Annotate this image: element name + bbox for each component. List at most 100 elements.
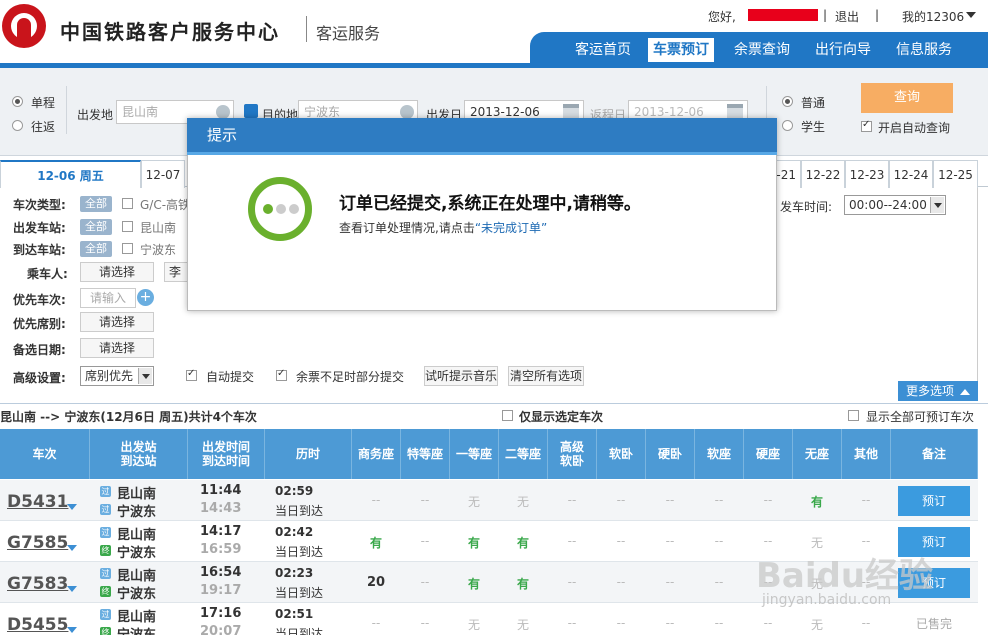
calendar-icon[interactable] [563,104,579,119]
seat-availability: -- [861,534,871,548]
nav-home[interactable]: 客运首页 [568,38,638,62]
chevron-down-icon[interactable] [67,504,77,510]
arrival-time: 16:59 [200,542,242,557]
train-type-checkbox[interactable] [122,198,133,209]
nav-remaining-tickets[interactable]: 余票查询 [727,38,797,62]
calendar-icon[interactable] [727,104,743,119]
book-button[interactable]: 预订 [898,486,970,516]
show-all-checkbox[interactable] [848,410,859,421]
more-options-button[interactable]: 更多选项 [898,381,978,401]
partial-submit-checkbox[interactable] [276,368,287,381]
chevron-down-icon[interactable] [67,586,77,592]
header-separator: | [823,8,828,22]
my-account-link[interactable]: 我的12306 [902,8,964,25]
oneway-radio[interactable] [12,96,23,107]
location-pin-icon[interactable] [400,105,414,119]
train-type-label: 车次类型: [13,198,66,212]
pass-station-icon: 过 [100,486,111,497]
student-ticket-radio[interactable] [782,120,793,131]
duration: 02:59 [275,484,314,498]
departure-time: 17:16 [200,606,242,621]
clear-options-button[interactable]: 清空所有选项 [508,366,584,386]
passenger-label: 乘车人: [27,267,68,281]
seat-availability: -- [616,616,626,630]
date-tab[interactable]: 12-07 [141,160,185,188]
chevron-down-icon[interactable] [67,627,77,633]
th-hard-sleeper: 硬卧 [646,429,695,479]
from-station-option: 昆山南 [140,221,177,235]
chevron-down-icon[interactable] [67,545,77,551]
alt-date-label: 备选日期: [13,343,66,357]
nav-ticket-booking[interactable]: 车票预订 [648,38,714,62]
pass-station-icon: 过 [100,568,111,579]
spinner-dot [263,204,273,214]
chevron-down-icon[interactable] [138,368,152,384]
train-number-link[interactable]: G7585 [7,533,68,553]
date-tab-active[interactable]: 12-06 周五 [0,160,141,188]
train-type-all-tag[interactable]: 全部 [80,196,112,212]
alt-date-button[interactable]: 请选择 [80,338,154,358]
unfinished-orders-link[interactable]: “未完成订单” [475,221,547,235]
chevron-down-icon[interactable] [930,197,944,213]
to-station-all-tag[interactable]: 全部 [80,241,112,257]
listen-music-button[interactable]: 试听提示音乐 [424,366,498,386]
train-number-link[interactable]: D5455 [7,615,68,635]
auto-query-checkbox[interactable] [861,119,872,132]
swap-icon[interactable] [244,104,258,118]
seat-availability: -- [420,493,430,507]
arrival-station-icon: 终 [100,586,111,597]
return-radio[interactable] [12,120,23,131]
site-title: 中国铁路客户服务中心 [60,20,280,44]
th-business: 商务座 [352,429,401,479]
add-icon[interactable]: + [137,289,154,306]
date-tab[interactable]: 12-23 [845,160,889,188]
departure-time: 11:44 [200,483,242,498]
arrival-station-icon: 终 [100,545,111,556]
nav-info-service[interactable]: 信息服务 [889,38,959,62]
normal-ticket-radio[interactable] [782,96,793,107]
route-summary: 昆山南 --> 宁波东(12月6日 周五)共计4个车次 [0,410,257,424]
to-station-checkbox[interactable] [122,243,133,254]
auto-submit-checkbox[interactable] [186,368,197,381]
seat-availability: -- [714,534,724,548]
arrival-station-icon: 过 [100,504,111,515]
train-number-link[interactable]: D5431 [7,492,68,512]
seat-availability: 有 [516,577,529,591]
only-selected-checkbox[interactable] [502,410,513,421]
site-subtitle: 客运服务 [316,24,381,43]
passenger-chip[interactable]: 李 [164,262,188,282]
seat-availability: -- [567,616,577,630]
priority-train-input[interactable]: 请输入 [80,288,136,308]
seat-availability: -- [763,534,773,548]
logout-link[interactable]: 退出 [835,8,859,25]
partial-submit-label: 余票不足时部分提交 [296,370,405,384]
from-station-checkbox[interactable] [122,221,133,232]
seat-availability: 无 [516,495,529,509]
to-station-filter-label: 到达车站: [13,243,66,257]
seat-availability: -- [861,493,871,507]
th-other: 其他 [842,429,891,479]
date-tab[interactable]: 12-25 [933,160,978,188]
th-duration[interactable]: 历时 [265,429,352,479]
location-pin-icon[interactable] [216,105,230,119]
departure-station: 昆山南 [117,487,157,502]
divider [66,86,67,134]
date-tab[interactable]: 12-22 [801,160,845,188]
date-tab[interactable]: 12-24 [889,160,933,188]
th-train-no: 车次 [0,429,90,479]
dialog-sub-prefix: 查看订单处理情况,请点击 [339,221,475,235]
priority-train-label: 优先车次: [13,293,66,307]
priority-seat-button[interactable]: 请选择 [80,312,154,332]
seat-availability: -- [763,493,773,507]
train-number-link[interactable]: G7583 [7,574,68,594]
nav-travel-guide[interactable]: 出行向导 [808,38,878,62]
seat-availability: -- [861,616,871,630]
query-button[interactable]: 查询 [861,83,953,113]
departure-station: 昆山南 [117,610,157,625]
seat-availability: -- [714,616,724,630]
from-station-all-tag[interactable]: 全部 [80,219,112,235]
passenger-select-button[interactable]: 请选择 [80,262,154,282]
chevron-down-icon[interactable] [966,12,976,18]
arrival-station-icon: 终 [100,627,111,635]
th-times[interactable]: 出发时间 到达时间 [188,429,265,479]
